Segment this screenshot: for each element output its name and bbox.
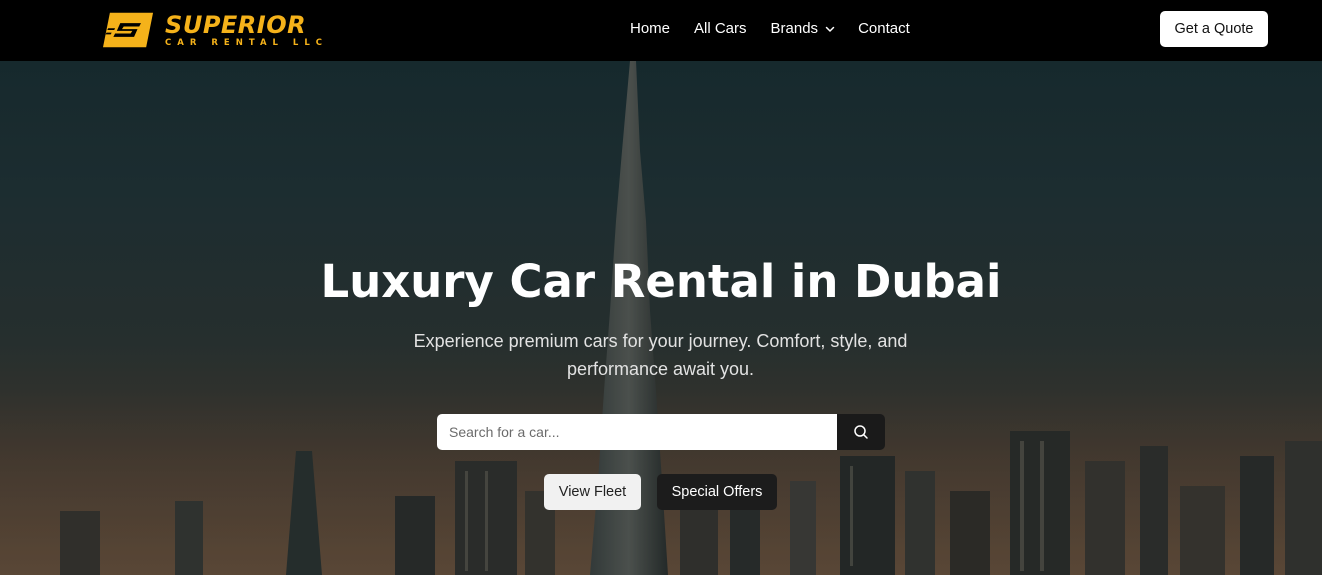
get-a-quote-button[interactable]: Get a Quote xyxy=(1160,11,1268,47)
nav-brands[interactable]: Brands xyxy=(771,19,837,39)
nav-brands-label: Brands xyxy=(770,20,819,37)
chevron-down-icon xyxy=(825,26,835,32)
brand-logo[interactable]: SUPERIOR CAR RENTAL LLC xyxy=(103,9,328,51)
search-icon xyxy=(854,425,868,439)
nav-contact[interactable]: Contact xyxy=(858,19,910,39)
logo-mark-icon xyxy=(103,12,154,48)
view-fleet-button[interactable]: View Fleet xyxy=(544,474,641,510)
search-input[interactable] xyxy=(437,414,837,450)
site-header: SUPERIOR CAR RENTAL LLC Home All Cars Br… xyxy=(0,0,1322,61)
special-offers-button[interactable]: Special Offers xyxy=(657,474,777,510)
brand-name: SUPERIOR xyxy=(165,10,307,39)
nav-all-cars[interactable]: All Cars xyxy=(694,19,747,39)
hero-section: Luxury Car Rental in Dubai Experience pr… xyxy=(0,61,1322,575)
logo-wordmark: SUPERIOR CAR RENTAL LLC xyxy=(165,13,328,48)
main-nav: Home All Cars Brands Contact xyxy=(630,19,910,39)
brand-tagline: CAR RENTAL LLC xyxy=(165,37,328,48)
car-search-bar xyxy=(437,414,885,450)
search-button[interactable] xyxy=(837,414,885,450)
nav-home[interactable]: Home xyxy=(630,19,670,39)
hero-subtitle: Experience premium cars for your journey… xyxy=(413,331,908,379)
hero-title: Luxury Car Rental in Dubai xyxy=(320,255,1002,308)
